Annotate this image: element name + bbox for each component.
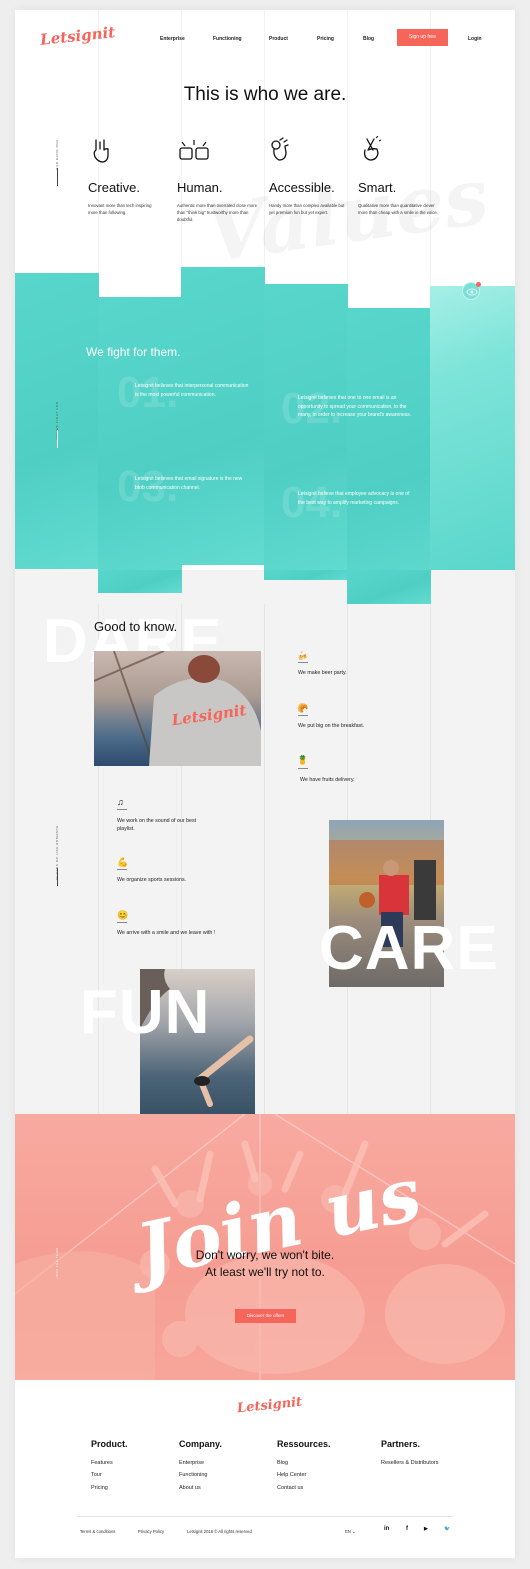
teal-column — [347, 570, 431, 604]
side-divider — [57, 168, 58, 186]
number-03: 03. — [117, 465, 178, 509]
side-divider — [57, 868, 58, 886]
nav-pricing[interactable]: Pricing — [317, 36, 334, 42]
flexed-biceps-icon: 💪 — [117, 857, 129, 867]
perk-text-beer: We make beer party. — [298, 670, 347, 676]
teal-column — [430, 286, 515, 570]
login-link[interactable]: Login — [468, 36, 482, 42]
value-title-creative: Creative. — [88, 180, 141, 195]
language-value: EN — [345, 1529, 351, 1534]
perk-divider — [298, 768, 308, 769]
column-guide — [264, 604, 265, 1114]
crossed-fingers-icon — [363, 136, 382, 161]
ok-hand-icon — [271, 137, 289, 161]
value-desc-smart: Qualitative more than quantitative cleve… — [358, 203, 439, 215]
fun-word: FUN — [80, 978, 211, 1047]
perk-divider — [298, 715, 308, 716]
footer-link-help[interactable]: Help Center — [277, 1472, 306, 1478]
footer-link-contact[interactable]: Contact us — [277, 1485, 303, 1491]
facebook-icon[interactable]: f — [406, 1526, 408, 1532]
teal-column — [98, 570, 182, 593]
twitter-icon[interactable]: 🐦 — [444, 1526, 450, 1532]
footer-link-resellers[interactable]: Resellers & Distributors — [381, 1460, 438, 1466]
footer-link-functioning[interactable]: Functioning — [179, 1472, 207, 1478]
perk-divider — [117, 809, 127, 810]
page-title: This is who we are. — [183, 84, 347, 105]
fist-bump-icon — [179, 140, 209, 160]
footer-divider — [77, 1516, 453, 1517]
care-word: CARE — [319, 914, 499, 983]
perk-text-fruits: We have fruits delivery. — [300, 777, 355, 783]
fight-title: We fight for them. — [86, 345, 181, 359]
side-label: OUR GANG DNA — [55, 139, 59, 170]
value-title-human: Human. — [177, 180, 223, 195]
perk-divider — [117, 869, 127, 870]
footer-link-features[interactable]: Features — [91, 1460, 113, 1466]
language-select[interactable]: EN ⌄ — [345, 1529, 356, 1534]
good-to-know-title: Good to know. — [94, 619, 178, 634]
value-title-accessible: Accessible. — [269, 180, 335, 195]
teal-column — [264, 570, 348, 580]
footer-link-enterprise[interactable]: Enterprise — [179, 1460, 204, 1466]
perk-text-sports: We organize sports sessions. — [117, 877, 187, 883]
privacy-link[interactable]: Privacy Policy — [138, 1529, 164, 1534]
perk-divider — [298, 662, 308, 663]
perk-text-smile: We arrive with a smile and we leave with… — [117, 930, 216, 936]
teal-column — [181, 267, 265, 565]
footer-link-blog[interactable]: Blog — [277, 1460, 288, 1466]
join-line-2: At least we'll try not to. — [205, 1265, 325, 1279]
footer-logo[interactable]: Letsignit — [236, 1395, 302, 1417]
youtube-icon[interactable]: ▶ — [424, 1526, 428, 1532]
footer-link-pricing[interactable]: Pricing — [91, 1485, 108, 1491]
nav-product[interactable]: Product — [269, 36, 288, 42]
music-note-icon: ♫ — [117, 797, 124, 807]
value-desc-human: Authentic more than overrated close more… — [177, 203, 258, 222]
copyright-text: Letsignit 2018 © All rights reserved — [187, 1529, 252, 1534]
footer-title-ressources: Ressources. — [277, 1439, 331, 1449]
perk-text-breakfast: We put big on the breakfast. — [298, 723, 365, 729]
smiley-icon: 😊 — [117, 910, 129, 920]
fight-text-02: Letsignit believes that one to one email… — [298, 395, 412, 418]
value-title-smart: Smart. — [358, 180, 397, 195]
discover-offers-button[interactable]: Discover the offers — [235, 1309, 296, 1323]
value-desc-accessible: Handy more than complex available but ye… — [269, 203, 345, 215]
hoodie-illustration: Letsignit — [94, 651, 261, 766]
nav-blog[interactable]: Blog — [363, 36, 374, 42]
footer-link-about[interactable]: About us — [179, 1485, 201, 1491]
teal-column — [98, 297, 182, 593]
footer-link-tour[interactable]: Tour — [91, 1472, 102, 1478]
notification-dot — [476, 282, 481, 287]
terms-link[interactable]: Terms & conditions — [80, 1529, 115, 1534]
side-divider — [57, 430, 58, 448]
number-01: 01. — [117, 371, 178, 415]
hoodie-photo: Letsignit — [94, 651, 261, 766]
join-line-1: Don't worry, we won't bite. — [195, 1248, 335, 1262]
teal-column — [347, 308, 431, 604]
rock-hand-icon — [93, 139, 109, 163]
value-desc-creative: Innovant more than tech inspiring more t… — [88, 203, 152, 215]
nav-enterprise[interactable]: Enterprise — [160, 36, 185, 42]
logo[interactable]: Letsignit — [39, 23, 116, 49]
nav-functioning[interactable]: Functioning — [213, 36, 242, 42]
beer-icon: 🍻 — [297, 651, 309, 661]
page: Letsignit Enterprise Functioning Product… — [15, 10, 515, 1558]
perk-divider — [117, 922, 127, 923]
chevron-down-icon: ⌄ — [352, 1529, 356, 1534]
footer-title-partners: Partners. — [381, 1439, 421, 1449]
linkedin-icon[interactable]: in — [384, 1526, 389, 1532]
pineapple-icon: 🍍 — [297, 755, 309, 765]
footer-title-product: Product. — [91, 1439, 128, 1449]
fight-text-04: Letsignit believe that employee advocacy… — [298, 491, 410, 506]
footer-title-company: Company. — [179, 1439, 222, 1449]
fight-text-03: Letsignit believes that email signature … — [135, 476, 243, 491]
croissant-icon: 🥐 — [297, 703, 309, 713]
perk-text-playlist: We work on the sound of our best playlis… — [117, 818, 197, 832]
fight-text-01: Letsignit believes that interpersonal co… — [135, 383, 249, 398]
signup-button[interactable]: Sign up free — [397, 29, 448, 46]
